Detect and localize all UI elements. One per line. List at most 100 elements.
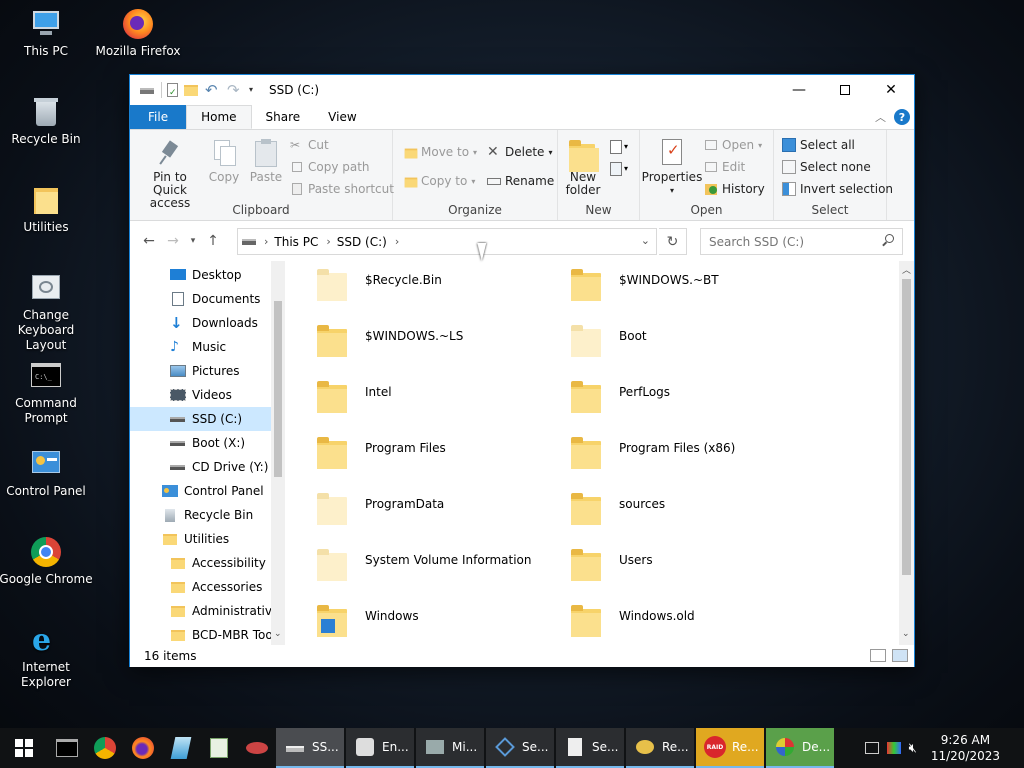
- back-button[interactable]: ←: [137, 229, 161, 253]
- nav-item-ssd[interactable]: SSD (C:): [130, 407, 271, 431]
- properties-icon[interactable]: ✓: [161, 82, 178, 98]
- open-button[interactable]: Open ▾: [704, 138, 762, 152]
- large-icons-view-icon[interactable]: [892, 649, 908, 662]
- folder-item[interactable]: Windows.old: [539, 597, 789, 645]
- nav-item-desktop[interactable]: Desktop: [170, 263, 242, 287]
- cut-button[interactable]: ✂ Cut: [290, 138, 329, 152]
- scroll-up-arrow-icon[interactable]: ︿: [902, 263, 911, 276]
- desktop-icon-firefox[interactable]: Mozilla Firefox: [90, 8, 186, 59]
- search-input[interactable]: [701, 229, 871, 254]
- nav-item-control-panel[interactable]: Control Panel: [162, 479, 264, 503]
- chevron-down-icon[interactable]: ⌄: [641, 234, 650, 247]
- navigation-scrollbar[interactable]: ⌄: [271, 261, 285, 645]
- folder-item[interactable]: Program Files: [285, 429, 535, 481]
- nav-item-pictures[interactable]: Pictures: [170, 359, 240, 383]
- nav-item-bcd-mbr-tool[interactable]: BCD-MBR Tool: [170, 623, 276, 645]
- delete-button[interactable]: ✕ Delete ▾: [487, 145, 552, 159]
- taskbar-chrome[interactable]: [86, 728, 124, 768]
- scroll-down-arrow-icon[interactable]: ⌄: [902, 629, 910, 639]
- folder-item[interactable]: PerfLogs: [539, 373, 789, 425]
- copy-path-button[interactable]: Copy path: [290, 160, 370, 174]
- tab-share[interactable]: Share: [252, 105, 315, 129]
- taskbar-command-prompt[interactable]: [48, 728, 86, 768]
- nav-item-utilities[interactable]: Utilities: [162, 527, 229, 551]
- nav-item-accessories[interactable]: Accessories: [170, 575, 262, 599]
- scrollbar-thumb[interactable]: [274, 301, 282, 477]
- notification-icon[interactable]: [1010, 728, 1024, 768]
- taskbar-app-3[interactable]: Mi...: [416, 728, 484, 768]
- desktop-icon-control-panel[interactable]: Control Panel: [0, 448, 94, 499]
- breadcrumb-this-pc[interactable]: This PC: [274, 235, 318, 249]
- volume-muted-icon[interactable]: 🔇︎: [909, 741, 917, 756]
- address-bar[interactable]: › This PC › SSD (C:) › ⌄: [237, 228, 657, 255]
- folder-item[interactable]: Program Files (x86): [539, 429, 789, 481]
- nav-item-accessibility[interactable]: Accessibility: [170, 551, 266, 575]
- start-button[interactable]: [0, 728, 48, 768]
- file-list-scrollbar[interactable]: ︿ ⌄: [899, 261, 914, 645]
- desktop-icon-chrome[interactable]: Google Chrome: [0, 536, 94, 587]
- taskbar-app-5[interactable]: Se...: [556, 728, 624, 768]
- taskbar-app-8[interactable]: De...: [766, 728, 834, 768]
- up-button[interactable]: ↑: [201, 229, 225, 253]
- taskbar-app-6[interactable]: Re...: [626, 728, 694, 768]
- select-all-button[interactable]: Select all: [782, 138, 855, 152]
- select-none-button[interactable]: Select none: [782, 160, 871, 174]
- scrollbar-thumb[interactable]: [902, 279, 911, 575]
- taskbar-disk-tool[interactable]: [238, 728, 276, 768]
- nav-item-music[interactable]: ♪ Music: [170, 335, 226, 359]
- folder-item[interactable]: ProgramData: [285, 485, 535, 537]
- taskbar-app-2[interactable]: En...: [346, 728, 414, 768]
- taskbar-app-explorer[interactable]: SS...: [276, 728, 344, 768]
- refresh-button[interactable]: ↻: [659, 228, 687, 255]
- nav-item-downloads[interactable]: ↓ Downloads: [170, 311, 258, 335]
- taskbar-app-4[interactable]: Se...: [486, 728, 554, 768]
- folder-item[interactable]: $WINDOWS.~BT: [539, 261, 789, 313]
- taskbar-monitor-app[interactable]: [200, 728, 238, 768]
- folder-item[interactable]: Intel: [285, 373, 535, 425]
- paste-button[interactable]: Paste: [248, 138, 284, 184]
- customize-dropdown-icon[interactable]: ▾: [249, 82, 259, 98]
- scroll-down-arrow-icon[interactable]: ⌄: [274, 629, 282, 639]
- nav-item-documents[interactable]: Documents: [170, 287, 260, 311]
- paste-shortcut-button[interactable]: Paste shortcut: [290, 182, 394, 196]
- desktop-icon-command-prompt[interactable]: C:\_ Command Prompt: [0, 360, 94, 426]
- folder-item[interactable]: Boot: [539, 317, 789, 369]
- rename-button[interactable]: Rename: [487, 174, 554, 188]
- close-button[interactable]: ✕: [868, 75, 914, 105]
- history-button[interactable]: History: [704, 182, 765, 196]
- nav-item-boot[interactable]: Boot (X:): [170, 431, 245, 455]
- invert-selection-button[interactable]: Invert selection: [782, 182, 893, 196]
- move-to-button[interactable]: Move to ▾: [403, 145, 477, 159]
- nav-item-cd-drive[interactable]: CD Drive (Y:) H: [170, 455, 281, 479]
- easy-access-button[interactable]: ▾: [608, 160, 630, 178]
- folder-item[interactable]: sources: [539, 485, 789, 537]
- tab-file[interactable]: File: [130, 105, 187, 129]
- minimize-button[interactable]: —: [776, 75, 822, 105]
- folder-item[interactable]: $Recycle.Bin: [285, 261, 535, 313]
- desktop-icon-keyboard-layout[interactable]: Change Keyboard Layout: [0, 272, 94, 353]
- folder-item[interactable]: System Volume Information: [285, 541, 535, 593]
- nav-item-administrative[interactable]: Administrative: [170, 599, 279, 623]
- folder-item[interactable]: Windows: [285, 597, 535, 645]
- taskbar-notes[interactable]: [162, 728, 200, 768]
- network-tray-icon[interactable]: [864, 742, 879, 754]
- maximize-button[interactable]: [822, 75, 868, 105]
- details-view-icon[interactable]: [870, 649, 886, 662]
- tab-view[interactable]: View: [314, 105, 370, 129]
- clock[interactable]: 9:26 AM 11/20/2023: [921, 732, 1010, 764]
- redo-icon[interactable]: ↷: [227, 82, 243, 98]
- new-folder-icon[interactable]: [183, 82, 199, 98]
- edit-button[interactable]: Edit: [704, 160, 745, 174]
- help-icon[interactable]: ?: [894, 109, 910, 125]
- folder-item[interactable]: $WINDOWS.~LS: [285, 317, 535, 369]
- copy-button[interactable]: Copy: [206, 138, 242, 184]
- copy-to-button[interactable]: Copy to ▾: [403, 174, 475, 188]
- forward-button[interactable]: →: [161, 229, 185, 253]
- nav-item-recycle-bin[interactable]: Recycle Bin: [162, 503, 253, 527]
- undo-icon[interactable]: ↶: [205, 82, 221, 98]
- desktop-icon-utilities[interactable]: Utilities: [0, 184, 94, 235]
- new-folder-button[interactable]: New folder: [564, 138, 602, 197]
- desktop-icon-internet-explorer[interactable]: e Internet Explorer: [0, 624, 94, 690]
- taskbar-app-raid[interactable]: RAID Re...: [696, 728, 764, 768]
- display-tray-icon[interactable]: [886, 742, 901, 754]
